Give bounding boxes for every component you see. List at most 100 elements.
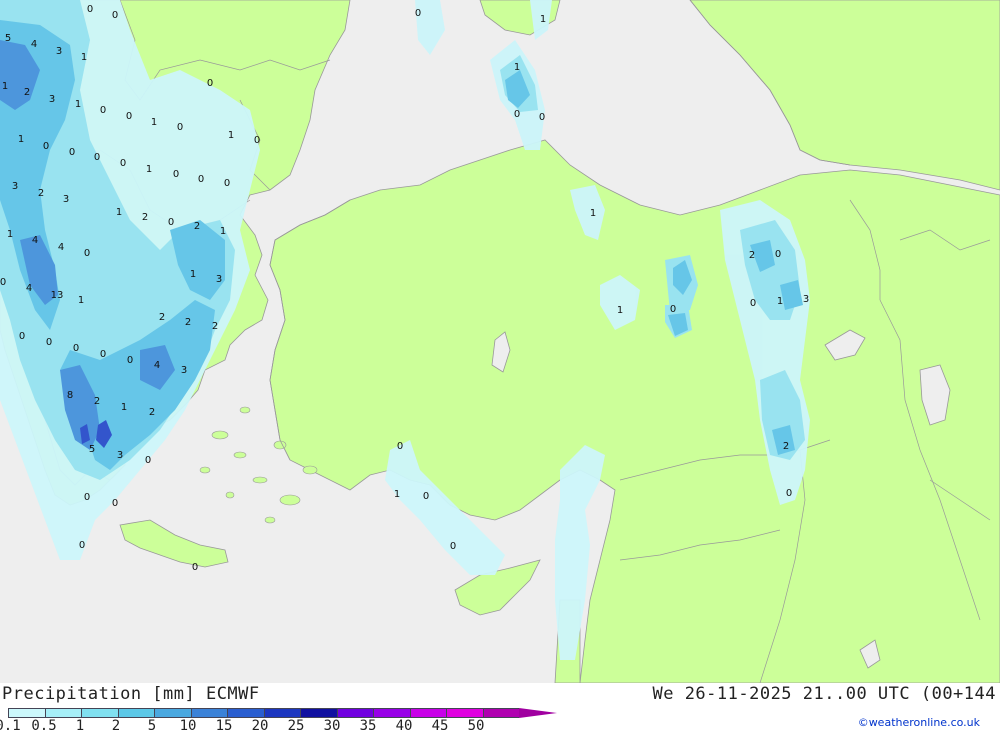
- precip-value-label: 0: [786, 488, 792, 499]
- precip-value-label: 2: [24, 87, 30, 98]
- precip-value-label: 0: [43, 141, 49, 152]
- precip-value-label: 2: [185, 317, 191, 328]
- precip-value-label: 1: [78, 295, 84, 306]
- precip-value-label: 3: [181, 365, 187, 376]
- precip-value-label: 0: [254, 135, 260, 146]
- precip-value-label: 1: [590, 208, 596, 219]
- legend-swatch: [263, 708, 300, 718]
- legend-label: 35: [359, 718, 377, 734]
- precip-value-label: 0: [112, 498, 118, 509]
- precip-value-label: 4: [31, 39, 37, 50]
- precip-value-label: 5: [89, 444, 95, 455]
- legend-swatch: [227, 708, 264, 718]
- precip-value-label: 1: [617, 305, 623, 316]
- precip-value-label: 0: [750, 298, 756, 309]
- precip-value-label: 3: [117, 450, 123, 461]
- legend-swatch: [8, 708, 45, 718]
- precip-value-label: 0: [112, 10, 118, 21]
- precip-value-label: 2: [212, 321, 218, 332]
- precip-value-label: 1: [2, 81, 8, 92]
- precip-value-label: 13: [51, 290, 64, 301]
- precip-value-label: 0: [73, 343, 79, 354]
- legend-swatch: [446, 708, 483, 718]
- precip-value-label: 0: [145, 455, 151, 466]
- precip-value-label: 0: [84, 492, 90, 503]
- legend-swatch: [336, 708, 373, 718]
- precip-value-label: 0: [224, 178, 230, 189]
- precip-value-label: 2: [749, 250, 755, 261]
- precip-value-label: 1: [75, 99, 81, 110]
- precip-value-label: 0: [173, 169, 179, 180]
- precip-value-label: 0: [126, 111, 132, 122]
- precip-value-label: 0: [397, 441, 403, 452]
- precip-value-label: 0: [69, 147, 75, 158]
- legend-swatch: [117, 708, 154, 718]
- precip-value-label: 3: [63, 194, 69, 205]
- precip-value-label: 0: [168, 217, 174, 228]
- precip-value-label: 0: [127, 355, 133, 366]
- precip-value-label: 3: [216, 274, 222, 285]
- precip-value-label: 0: [670, 304, 676, 315]
- precip-value-label: 4: [26, 283, 32, 294]
- legend-swatch: [482, 708, 519, 718]
- legend-swatch: [190, 708, 227, 718]
- precip-value-label: 0: [775, 249, 781, 260]
- precip-value-label: 1: [81, 52, 87, 63]
- precip-value-label: 0: [100, 349, 106, 360]
- precip-value-label: 1: [777, 296, 783, 307]
- map-title: Precipitation [mm] ECMWF: [2, 684, 260, 704]
- map-canvas: 0 0 0 1 5 4 3 1 1 0 1 2 3 1 0 0 0 0 1 0 1 0 1 0 0 0 0 1 0 0 0 3 2 3 1 1 2 0 2 1…: [0, 0, 1000, 683]
- precip-value-label: 0: [539, 112, 545, 123]
- legend-label: 5: [147, 718, 157, 734]
- legend-label: 10: [179, 718, 197, 734]
- legend-swatch: [81, 708, 118, 718]
- precip-value-label: 0: [84, 248, 90, 259]
- precip-value-label: 0: [79, 540, 85, 551]
- precip-value-label: 0: [94, 152, 100, 163]
- precip-value-label: 0: [0, 277, 6, 288]
- precip-value-label: 0: [19, 331, 25, 342]
- precip-value-label: 1: [121, 402, 127, 413]
- precip-value-label: 3: [12, 181, 18, 192]
- legend-label: 20: [251, 718, 269, 734]
- precip-legend-labels: 0.10.5125101520253035404550: [0, 718, 560, 734]
- precip-value-label: 0: [207, 78, 213, 89]
- precip-value-label: 4: [58, 242, 64, 253]
- precip-value-label: 1: [228, 130, 234, 141]
- legend-label: 0.5: [31, 718, 57, 734]
- precip-value-label: 0: [100, 105, 106, 116]
- map-footer: Precipitation [mm] ECMWF We 26-11-2025 2…: [0, 683, 1000, 734]
- precip-value-label: 2: [94, 396, 100, 407]
- legend-arrow: [519, 708, 557, 718]
- legend-label: 45: [431, 718, 449, 734]
- precip-value-label: 3: [49, 94, 55, 105]
- precip-value-label: 4: [154, 360, 160, 371]
- copyright-link[interactable]: ©weatheronline.co.uk: [858, 716, 980, 729]
- precip-value-label: 2: [159, 312, 165, 323]
- legend-label: 0.1: [0, 718, 21, 734]
- precipitation-map: 0 0 0 1 5 4 3 1 1 0 1 2 3 1 0 0 0 0 1 0 1 0 1 0 0 0 0 1 0 0 0 3 2 3 1 1 2 0 2 1…: [0, 0, 1000, 683]
- precip-value-label: 0: [423, 491, 429, 502]
- legend-swatch: [409, 708, 446, 718]
- legend-label: 30: [323, 718, 341, 734]
- precip-value-label: 2: [142, 212, 148, 223]
- precip-value-label: 0: [120, 158, 126, 169]
- precip-value-label: 3: [803, 294, 809, 305]
- precip-value-label: 4: [32, 235, 38, 246]
- precip-value-label: 2: [38, 188, 44, 199]
- precip-value-label: 1: [190, 269, 196, 280]
- precip-value-label: 0: [87, 4, 93, 15]
- legend-label: 25: [287, 718, 305, 734]
- precip-value-label: 3: [56, 46, 62, 57]
- precip-value-label: 1: [394, 489, 400, 500]
- legend-swatch: [44, 708, 81, 718]
- precip-value-label: 1: [146, 164, 152, 175]
- precip-value-label: 1: [18, 134, 24, 145]
- precip-value-label: 0: [177, 122, 183, 133]
- map-timestamp: We 26-11-2025 21..00 UTC (00+144: [652, 684, 996, 704]
- precip-value-label: 2: [194, 221, 200, 232]
- legend-label: 50: [467, 718, 485, 734]
- legend-swatch: [154, 708, 191, 718]
- precip-value-label: 1: [151, 117, 157, 128]
- precip-value-label: 1: [7, 229, 13, 240]
